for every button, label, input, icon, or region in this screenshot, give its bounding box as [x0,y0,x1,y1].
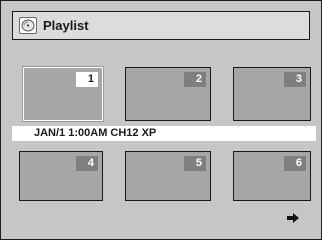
playlist-thumbnail-6[interactable]: 6 [233,151,311,201]
playlist-thumbnail-3[interactable]: 3 [233,67,311,121]
thumbnail-number: 2 [184,72,206,87]
thumbnail-number: 6 [284,156,306,171]
playlist-thumbnail-2[interactable]: 2 [125,67,211,121]
thumbnail-number: 5 [184,156,206,171]
thumbnail-number: 3 [284,72,306,87]
playlist-thumbnail-5[interactable]: 5 [125,151,211,201]
recording-info-bar: JAN/1 1:00AM CH12 XP [12,126,316,141]
playlist-thumbnail-1[interactable]: 1 [22,66,104,122]
disc-icon [19,17,37,34]
thumbnail-number: 1 [76,72,98,87]
playlist-screen: Playlist 1 2 3 JAN/1 1:00AM CH12 XP 4 5 … [0,0,322,240]
page-title: Playlist [43,18,89,33]
recording-info-text: JAN/1 1:00AM CH12 XP [34,127,157,139]
thumbnail-number: 4 [76,156,98,171]
arrow-right-icon[interactable] [287,210,299,223]
header-bar: Playlist [12,11,310,40]
playlist-thumbnail-4[interactable]: 4 [19,151,103,201]
